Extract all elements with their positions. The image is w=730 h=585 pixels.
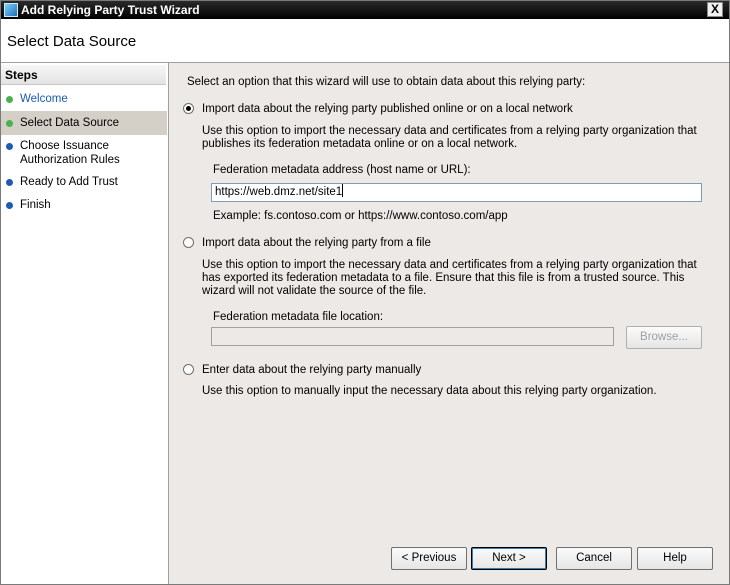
file-location-label: Federation metadata file location: [213,311,384,323]
previous-button[interactable]: < Previous [391,547,467,570]
help-button[interactable]: Help [637,547,713,570]
radio-import-online[interactable] [183,103,194,114]
page-title: Select Data Source [7,33,137,50]
step-label: Ready to Add Trust [20,176,118,188]
intro-text: Select an option that this wizard will u… [187,76,586,88]
option-manual-description: Use this option to manually input the ne… [202,385,657,397]
status-dot-icon [6,143,13,150]
metadata-address-example: Example: fs.contoso.com or https://www.c… [213,210,508,222]
radio-enter-manually[interactable] [183,364,194,375]
cancel-button[interactable]: Cancel [556,547,632,570]
step-select-data-source[interactable]: Select Data Source [1,111,167,135]
radio-import-file[interactable] [183,237,194,248]
browse-button[interactable]: Browse... [626,326,702,349]
steps-sidebar: Steps Welcome Select Data Source Choose … [1,63,169,584]
status-dot-icon [6,96,13,103]
steps-title: Steps [1,65,166,85]
window-title: Add Relying Party Trust Wizard [21,3,200,17]
option-file-label[interactable]: Import data about the relying party from… [202,237,431,250]
metadata-address-label: Federation metadata address (host name o… [213,164,471,176]
step-label: Select Data Source [20,117,120,129]
step-welcome[interactable]: Welcome [1,92,167,106]
option-file-description: Use this option to import the necessary … [202,259,697,297]
metadata-address-value: https://web.dmz.net/site1 [215,186,343,198]
main-content: Select an option that this wizard will u… [169,63,729,584]
status-dot-icon [6,202,13,209]
close-button[interactable]: X [707,2,723,17]
file-location-input[interactable] [211,327,614,346]
metadata-address-input[interactable]: https://web.dmz.net/site1 [211,183,702,202]
wizard-window: Add Relying Party Trust Wizard X Select … [0,0,730,585]
app-icon [4,3,18,17]
option-online-description: Use this option to import the necessary … [202,125,697,150]
step-issuance-authorization-rules[interactable]: Choose Issuance Authorization Rules [1,139,121,167]
option-online-label[interactable]: Import data about the relying party publ… [202,103,573,116]
status-dot-icon [6,120,13,127]
step-finish[interactable]: Finish [1,198,167,212]
wizard-header: Select Data Source [1,19,729,63]
status-dot-icon [6,179,13,186]
next-button[interactable]: Next > [471,547,547,570]
step-label: Choose Issuance Authorization Rules [20,140,120,166]
option-manual-label[interactable]: Enter data about the relying party manua… [202,364,421,377]
text-cursor [342,184,344,197]
step-label: Welcome [20,93,68,105]
step-label: Finish [20,199,51,211]
step-ready-to-add-trust[interactable]: Ready to Add Trust [1,175,167,189]
title-bar[interactable]: Add Relying Party Trust Wizard X [1,1,729,19]
